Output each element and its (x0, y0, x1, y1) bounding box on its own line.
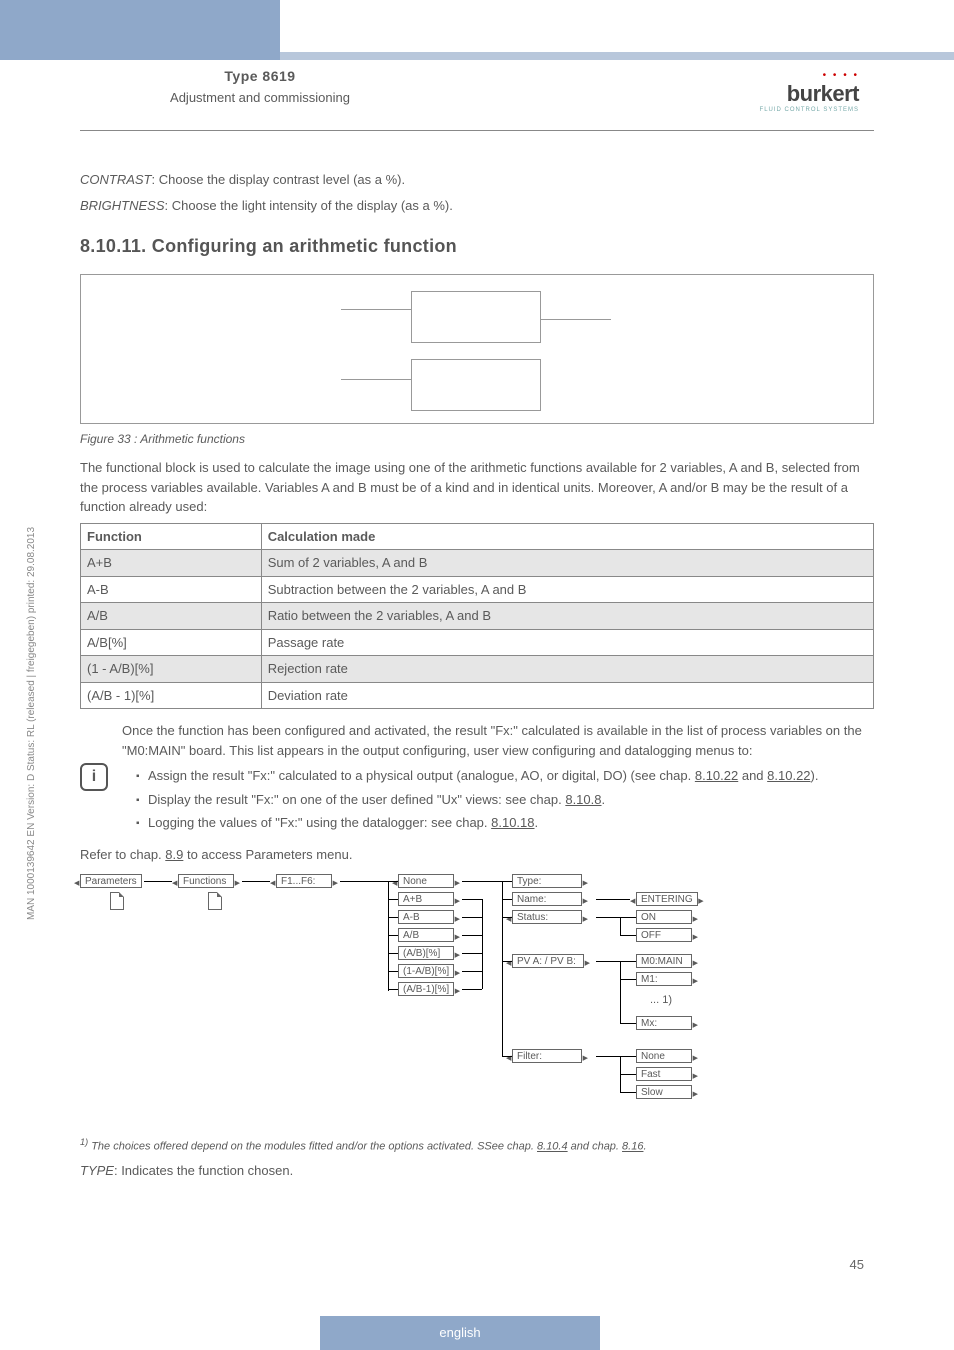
doc-subtitle: Adjustment and commissioning (100, 90, 420, 105)
tree-abpct: (A/B)[%] (398, 946, 454, 960)
dogear-icon (110, 892, 124, 910)
refer-line: Refer to chap. 8.9 to access Parameters … (80, 845, 874, 865)
brand-logo: • • • • burkert FLUID CONTROL SYSTEMS (760, 70, 859, 113)
doc-type: Type 8619 (100, 68, 420, 84)
header-thin-bar (280, 52, 954, 60)
contrast-text: : Choose the display contrast level (as … (152, 172, 406, 187)
brightness-text: : Choose the light intensity of the disp… (165, 198, 453, 213)
table-header-function: Function (81, 523, 262, 550)
tree-oneminus: (1-A/B)[%] (398, 964, 454, 978)
note-bullet-1: Assign the result "Fx:" calculated to a … (136, 766, 874, 786)
table-row: (A/B - 1)[%]Deviation rate (81, 682, 874, 709)
tree-adivb: A/B (398, 928, 454, 942)
tree-connector (388, 881, 389, 991)
table-row: (1 - A/B)[%]Rejection rate (81, 656, 874, 683)
header-rule (80, 130, 874, 131)
tree-connector (144, 881, 172, 882)
link-8-10-22b[interactable]: 8.10.22 (767, 768, 810, 783)
menu-tree: Parameters Functions F1...F6: None A+B A… (80, 874, 874, 1124)
figure-line-3 (341, 379, 411, 380)
header-left: Type 8619 Adjustment and commissioning (100, 68, 420, 105)
brightness-line: BRIGHTNESS: Choose the light intensity o… (80, 196, 874, 216)
tree-entering: ENTERING (636, 892, 698, 906)
footer-language: english (320, 1316, 600, 1350)
link-8-10-8[interactable]: 8.10.8 (565, 792, 601, 807)
footer-bar: english (0, 1316, 954, 1350)
tree-aminusb: A-B (398, 910, 454, 924)
figure-lcd-top (411, 291, 541, 343)
tree-name: Name: (512, 892, 582, 906)
table-header-calc: Calculation made (261, 523, 873, 550)
section-number: 8.10.11. (80, 236, 146, 256)
figure-caption: Figure 33 : Arithmetic functions (80, 430, 874, 448)
footnote: 1) The choices offered depend on the mod… (80, 1136, 874, 1155)
figure-line-2 (541, 319, 611, 320)
contrast-line: CONTRAST: Choose the display contrast le… (80, 170, 874, 190)
tree-type: Type: (512, 874, 582, 888)
tree-aplusb: A+B (398, 892, 454, 906)
link-8-9[interactable]: 8.9 (165, 847, 183, 862)
page-number: 45 (850, 1257, 864, 1272)
figure-line-1 (341, 309, 411, 310)
tree-abminus1: (A/B-1)[%] (398, 982, 454, 996)
link-8-10-18[interactable]: 8.10.18 (491, 815, 534, 830)
type-label: TYPE (80, 1163, 114, 1178)
note-bullet-3: Logging the values of "Fx:" using the da… (136, 813, 874, 833)
tree-connector (502, 881, 503, 1056)
tree-connector (340, 881, 388, 882)
note-bullet-2: Display the result "Fx:" on one of the u… (136, 790, 874, 810)
dogear-icon (208, 892, 222, 910)
tree-pvab: PV A: / PV B: (512, 954, 584, 968)
tree-parameters: Parameters (80, 874, 142, 888)
note-lead: Once the function has been configured an… (122, 721, 874, 760)
tree-on: ON (636, 910, 692, 924)
logo-dots: • • • • (760, 70, 859, 81)
tree-off: OFF (636, 928, 692, 942)
table-row: A/BRatio between the 2 variables, A and … (81, 603, 874, 630)
tree-none: None (398, 874, 454, 888)
tree-m0main: M0:MAIN (636, 954, 692, 968)
footnote-sup: 1) (80, 1137, 88, 1147)
table-row: A/B[%]Passage rate (81, 629, 874, 656)
side-metadata: MAN 1000139642 EN Version: D Status: RL … (26, 527, 37, 920)
figure-lcd-bottom (411, 359, 541, 411)
table-row: A+BSum of 2 variables, A and B (81, 550, 874, 577)
section-heading: 8.10.11. Configuring an arithmetic funct… (80, 233, 874, 260)
note-body: Once the function has been configured an… (122, 721, 874, 837)
tree-filter-none: None (636, 1049, 692, 1063)
logo-tagline: FLUID CONTROL SYSTEMS (760, 107, 859, 113)
page-content: CONTRAST: Choose the display contrast le… (80, 170, 874, 1187)
brightness-label: BRIGHTNESS (80, 198, 165, 213)
info-icon: i (80, 763, 108, 791)
tree-filter-fast: Fast (636, 1067, 692, 1081)
table-row: A-BSubtraction between the 2 variables, … (81, 576, 874, 603)
tree-filter: Filter: (512, 1049, 582, 1063)
tree-f1f6: F1...F6: (276, 874, 332, 888)
tree-m1: M1: (636, 972, 692, 986)
type-line: TYPE: Indicates the function chosen. (80, 1161, 874, 1181)
tree-status: Status: (512, 910, 582, 924)
link-8-10-22a[interactable]: 8.10.22 (695, 768, 738, 783)
contrast-label: CONTRAST (80, 172, 152, 187)
section-title: Configuring an arithmetic function (152, 236, 457, 256)
header-accent-bar (0, 0, 280, 60)
tree-filter-slow: Slow (636, 1085, 692, 1099)
tree-functions: Functions (178, 874, 234, 888)
tree-connector (242, 881, 270, 882)
tree-dots: ... 1) (650, 992, 672, 1009)
link-8-16[interactable]: 8.16 (622, 1141, 643, 1153)
body-para1: The functional block is used to calculat… (80, 458, 874, 517)
function-table: Function Calculation made A+BSum of 2 va… (80, 523, 874, 710)
figure-box (80, 274, 874, 424)
tree-mx: Mx: (636, 1016, 692, 1030)
info-note: i Once the function has been configured … (80, 721, 874, 837)
type-text: : Indicates the function chosen. (114, 1163, 293, 1178)
link-8-10-4[interactable]: 8.10.4 (537, 1141, 568, 1153)
logo-name: burkert (760, 81, 859, 107)
